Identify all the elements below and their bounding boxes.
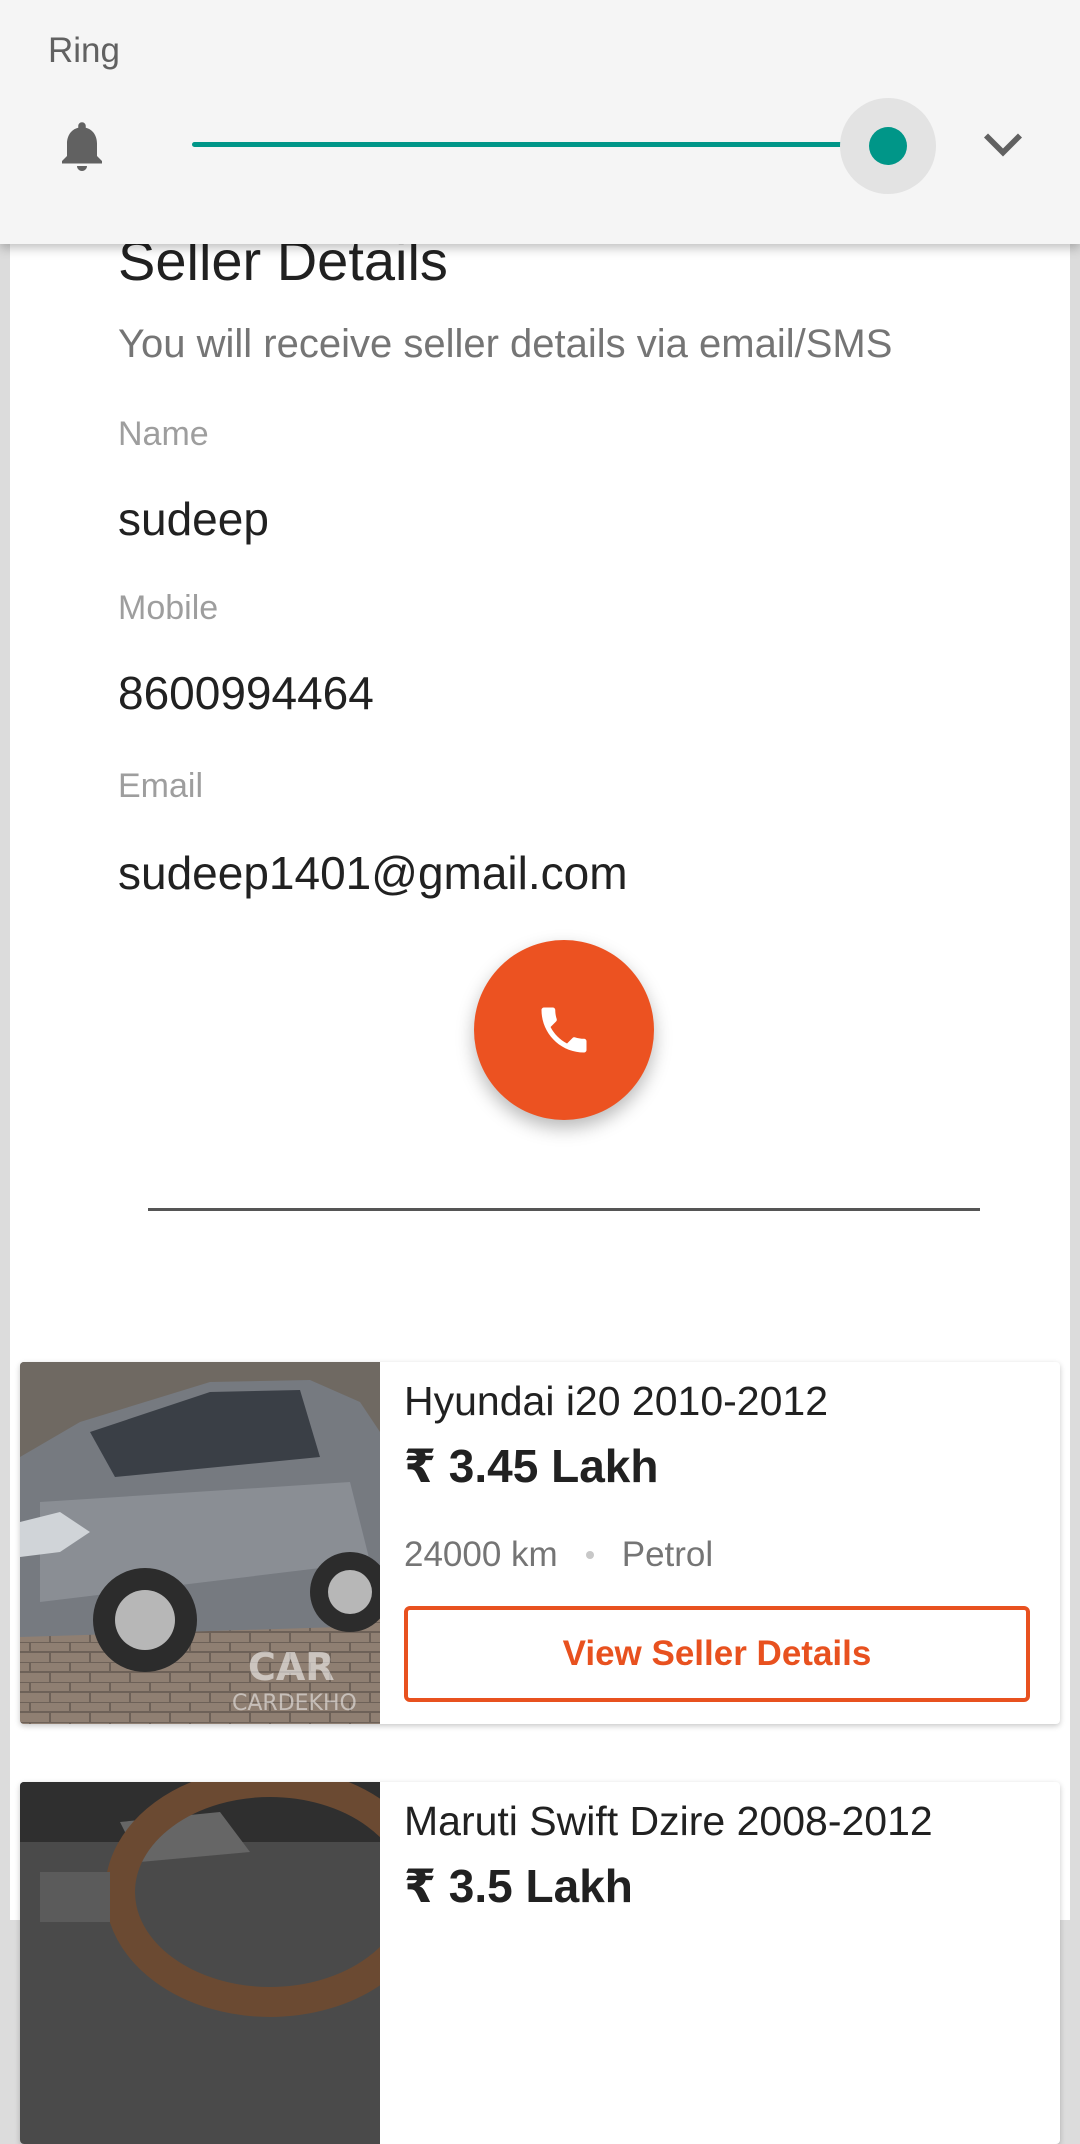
listing-card[interactable]: CAR CARDEKHO Hyundai i20 2010-2012 ₹ 3.4… (20, 1362, 1060, 1724)
section-divider (148, 1208, 980, 1211)
name-value[interactable]: sudeep (118, 492, 269, 546)
listing-title[interactable]: Hyundai i20 2010-2012 (404, 1376, 828, 1426)
listing-meta: 24000 km Petrol (404, 1534, 713, 1576)
email-value[interactable]: sudeep1401@gmail.com (118, 846, 628, 900)
listing-price: ₹ 3.45 Lakh (404, 1440, 659, 1492)
name-label: Name (118, 415, 209, 453)
call-seller-button[interactable] (474, 940, 654, 1120)
listing-fuel: Petrol (621, 1535, 714, 1574)
seller-details-page: Seller Details You will receive seller d… (10, 0, 1070, 2144)
svg-text:CARDEKHO: CARDEKHO (232, 1691, 357, 1716)
chevron-down-icon[interactable] (980, 128, 1026, 162)
view-seller-details-button[interactable]: View Seller Details (404, 1606, 1030, 1702)
email-label: Email (118, 767, 204, 805)
volume-slider-thumb[interactable] (869, 127, 907, 165)
listing-title[interactable]: Maruti Swift Dzire 2008-2012 (404, 1796, 933, 1846)
meta-separator-dot (585, 1551, 594, 1559)
phone-icon (541, 1007, 587, 1053)
mobile-value[interactable]: 8600994464 (118, 666, 374, 720)
bell-icon[interactable] (52, 112, 112, 180)
volume-panel: Ring (0, 0, 1080, 244)
car-photo[interactable]: CAR CARDEKHO (20, 1362, 380, 1724)
volume-stream-label: Ring (48, 31, 120, 70)
svg-text:CAR: CAR (248, 1645, 335, 1689)
mobile-label: Mobile (118, 589, 219, 627)
volume-slider-track[interactable] (192, 142, 888, 147)
car-photo[interactable] (20, 1782, 380, 2144)
listing-price: ₹ 3.5 Lakh (404, 1860, 633, 1912)
seller-details-subtitle: You will receive seller details via emai… (118, 322, 893, 366)
listing-card[interactable]: Maruti Swift Dzire 2008-2012 ₹ 3.5 Lakh (20, 1782, 1060, 2144)
listing-km: 24000 km (404, 1535, 558, 1574)
